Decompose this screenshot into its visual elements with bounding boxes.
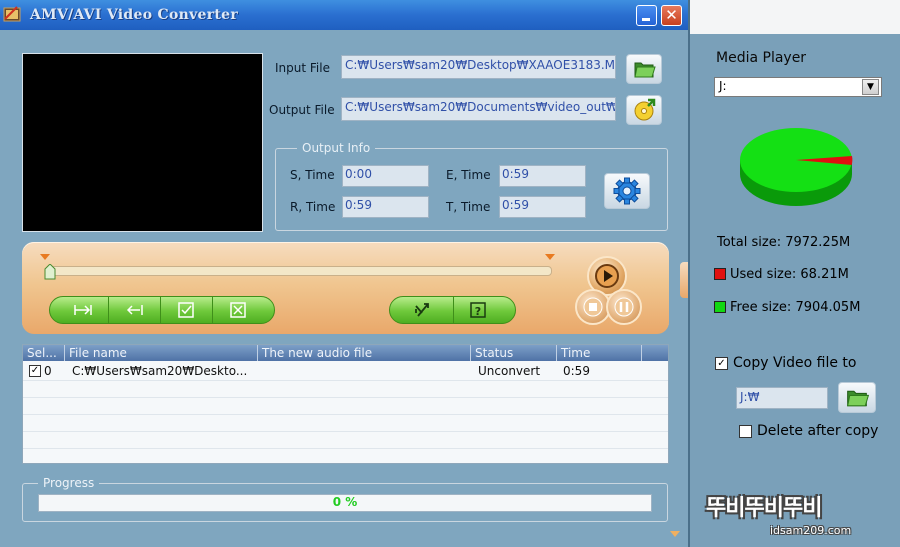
collapse-arrow-icon[interactable] xyxy=(670,531,680,537)
chevron-down-icon[interactable]: ▼ xyxy=(862,79,879,95)
media-player-title: Media Player xyxy=(716,50,807,66)
row-divider xyxy=(23,397,668,398)
check-icon[interactable] xyxy=(175,301,197,319)
used-legend-swatch xyxy=(714,268,726,280)
output-file-label: Output File xyxy=(269,103,335,117)
row-select-value: 0 xyxy=(44,364,52,378)
stop-icon xyxy=(583,297,603,317)
mark-in-marker[interactable] xyxy=(40,254,50,261)
total-size-text: Total size: 7972.25M xyxy=(717,235,851,250)
watermark-logo: 뚜비뚜비뚜비 xyxy=(706,496,822,521)
e-time-field[interactable]: 0:59 xyxy=(499,165,586,187)
pause-icon xyxy=(614,297,634,317)
row-divider xyxy=(23,431,668,432)
output-file-field[interactable]: C:₩Users₩sam20₩Documents₩video_out₩ xyxy=(341,97,616,121)
row-file-name: C:₩Users₩sam20₩Deskto... xyxy=(72,364,248,378)
row-status: Unconvert xyxy=(478,364,541,378)
settings-button[interactable] xyxy=(604,173,650,209)
side-panel-toggle[interactable] xyxy=(680,262,688,298)
column-header-status[interactable]: Status xyxy=(471,345,557,361)
input-file-label: Input File xyxy=(275,61,330,75)
minimize-button[interactable] xyxy=(636,5,657,26)
divider xyxy=(160,297,161,323)
progress-title: Progress xyxy=(38,476,100,490)
mark-in-icon[interactable] xyxy=(72,301,94,319)
mark-out-icon[interactable] xyxy=(123,301,145,319)
help-icon[interactable]: ? xyxy=(467,301,489,319)
pause-button[interactable] xyxy=(606,289,642,325)
folder-open-icon xyxy=(847,390,870,407)
input-file-field[interactable]: C:₩Users₩sam20₩Desktop₩XAAOE3183.M( xyxy=(341,55,616,79)
app-icon xyxy=(3,6,21,22)
free-size-text: Free size: 7904.05M xyxy=(730,300,861,315)
row-divider xyxy=(23,448,668,449)
delete-after-copy-label: Delete after copy xyxy=(757,423,879,439)
row-select-checkbox[interactable]: ✓ xyxy=(29,365,41,377)
disc-save-icon xyxy=(634,98,656,121)
copy-video-checkbox[interactable]: ✓ xyxy=(715,357,728,370)
delete-after-copy-checkbox[interactable] xyxy=(739,425,752,438)
divider xyxy=(212,297,213,323)
browse-copy-button[interactable] xyxy=(838,382,876,413)
mark-out-marker[interactable] xyxy=(545,254,555,261)
media-player-panel xyxy=(690,34,900,547)
t-time-field[interactable]: 0:59 xyxy=(499,196,586,218)
folder-open-icon xyxy=(634,62,656,78)
r-time-label: R, Time xyxy=(290,200,336,214)
e-time-label: E, Time xyxy=(446,168,491,182)
s-time-field[interactable]: 0:00 xyxy=(342,165,429,187)
svg-text:?: ? xyxy=(475,305,481,318)
disk-usage-pie-chart xyxy=(740,128,853,206)
progress-percent: 0 % xyxy=(332,495,358,509)
t-time-label: T, Time xyxy=(446,200,491,214)
uncheck-icon[interactable] xyxy=(227,301,249,319)
column-header-new-audio[interactable]: The new audio file xyxy=(258,345,471,361)
column-header-filler xyxy=(642,345,668,361)
divider xyxy=(453,297,454,323)
divider xyxy=(108,297,109,323)
s-time-label: S, Time xyxy=(290,168,335,182)
column-header-select[interactable]: Sel... xyxy=(23,345,65,361)
close-icon: ✕ xyxy=(665,6,678,24)
browse-output-button[interactable] xyxy=(626,95,662,125)
row-divider xyxy=(23,380,668,381)
browse-input-button[interactable] xyxy=(626,54,662,84)
window-title: AMV/AVI Video Converter xyxy=(30,7,239,23)
right-panel-header xyxy=(690,0,900,34)
output-info-title: Output Info xyxy=(297,141,376,155)
watermark-url: idsam209.com xyxy=(770,524,852,537)
used-size-text: Used size: 68.21M xyxy=(730,267,849,282)
row-divider xyxy=(23,414,668,415)
r-time-field[interactable]: 0:59 xyxy=(342,196,429,218)
column-header-time[interactable]: Time xyxy=(557,345,642,361)
copy-destination-field[interactable]: J:₩ xyxy=(736,387,828,409)
video-preview xyxy=(22,53,263,232)
free-legend-swatch xyxy=(714,301,726,313)
copy-video-label: Copy Video file to xyxy=(733,355,857,371)
drive-select[interactable]: J: xyxy=(714,77,882,97)
gear-icon xyxy=(613,177,641,205)
column-header-file-name[interactable]: File name xyxy=(65,345,258,361)
seek-thumb[interactable] xyxy=(44,264,56,280)
row-time: 0:59 xyxy=(563,364,590,378)
convert-icon[interactable] xyxy=(412,301,434,319)
close-button[interactable]: ✕ xyxy=(661,5,682,26)
seek-track[interactable] xyxy=(50,266,552,276)
